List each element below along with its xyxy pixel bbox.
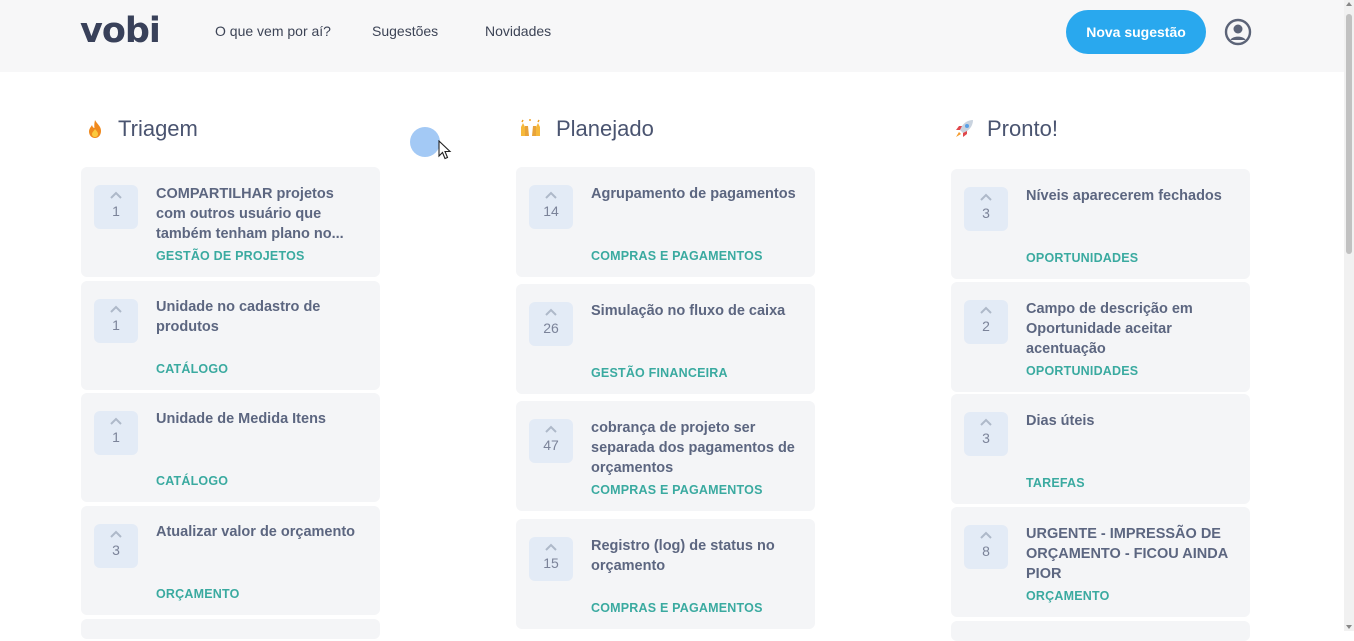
vote-count: 47 (543, 437, 559, 453)
card-title[interactable]: cobrança de projeto ser separada dos pag… (591, 418, 796, 478)
vote-count: 1 (112, 429, 120, 445)
category-tag: COMPRAS E PAGAMENTOS (591, 483, 763, 497)
upvote-button[interactable]: 3 (94, 524, 138, 568)
scroll-down-arrow-icon[interactable] (1346, 625, 1352, 629)
upvote-button[interactable]: 1 (94, 299, 138, 343)
scroll-up-arrow-icon[interactable] (1346, 2, 1352, 6)
category-tag: CATÁLOGO (156, 362, 229, 376)
new-suggestion-button[interactable]: Nova sugestão (1066, 10, 1206, 54)
scrollbar-thumb[interactable] (1346, 14, 1352, 254)
fire-icon (89, 120, 101, 138)
suggestion-card[interactable]: 47 cobrança de projeto ser separada dos … (516, 401, 815, 511)
upvote-button[interactable]: 8 (964, 525, 1008, 569)
chevron-up-icon (545, 308, 557, 316)
upvote-button[interactable]: 3 (964, 412, 1008, 456)
rocket-icon (956, 120, 973, 137)
category-tag: OPORTUNIDADES (1026, 364, 1139, 378)
card-title[interactable]: Atualizar valor de orçamento (156, 522, 361, 542)
nav-link-news[interactable]: Novidades (485, 23, 551, 39)
chevron-up-icon (545, 543, 557, 551)
category-tag: COMPRAS E PAGAMENTOS (591, 601, 763, 615)
click-highlight (410, 127, 440, 157)
vote-count: 14 (543, 203, 559, 219)
raised-hands-icon (521, 119, 540, 136)
chevron-up-icon (980, 306, 992, 314)
chevron-up-icon (110, 530, 122, 538)
nav-link-roadmap[interactable]: O que vem por aí? (215, 23, 331, 39)
upvote-button[interactable]: 1 (94, 185, 138, 229)
category-tag: OPORTUNIDADES (1026, 251, 1139, 265)
card-title[interactable]: Unidade de Medida Itens (156, 409, 361, 429)
category-tag: COMPRAS E PAGAMENTOS (591, 249, 763, 263)
suggestion-card[interactable]: 15 Registro (log) de status no orçamento… (516, 519, 815, 629)
chevron-up-icon (545, 191, 557, 199)
vote-count: 1 (112, 203, 120, 219)
category-tag: GESTÃO DE PROJETOS (156, 249, 305, 263)
suggestion-card[interactable]: 1 COMPARTILHAR projetos com outros usuár… (81, 167, 380, 277)
suggestion-card-partial[interactable] (951, 621, 1250, 641)
column-title-triagem: Triagem (84, 116, 198, 142)
vote-count: 15 (543, 555, 559, 571)
chevron-up-icon (110, 305, 122, 313)
chevron-up-icon (980, 418, 992, 426)
suggestion-card-partial[interactable] (81, 619, 380, 639)
upvote-button[interactable]: 3 (964, 187, 1008, 231)
nav-link-suggestions[interactable]: Sugestões (372, 23, 438, 39)
card-title[interactable]: Campo de descrição em Oportunidade aceit… (1026, 299, 1231, 359)
category-tag: TAREFAS (1026, 476, 1085, 490)
user-circle-icon[interactable] (1224, 18, 1252, 46)
upvote-button[interactable]: 47 (529, 419, 573, 463)
vote-count: 1 (112, 317, 120, 333)
vote-count: 26 (543, 320, 559, 336)
card-title[interactable]: Simulação no fluxo de caixa (591, 301, 796, 321)
vote-count: 2 (982, 318, 990, 334)
chevron-up-icon (110, 417, 122, 425)
chevron-up-icon (980, 193, 992, 201)
chevron-up-icon (545, 425, 557, 433)
suggestion-card[interactable]: 2 Campo de descrição em Oportunidade ace… (951, 282, 1250, 392)
upvote-button[interactable]: 2 (964, 300, 1008, 344)
category-tag: CATÁLOGO (156, 474, 229, 488)
vote-count: 3 (982, 430, 990, 446)
category-tag: GESTÃO FINANCEIRA (591, 366, 728, 380)
column-title-text: Planejado (556, 116, 654, 141)
suggestion-card[interactable]: 26 Simulação no fluxo de caixa GESTÃO FI… (516, 284, 815, 394)
column-title-pronto: Pronto! (953, 116, 1058, 142)
upvote-button[interactable]: 1 (94, 411, 138, 455)
suggestion-card[interactable]: 14 Agrupamento de pagamentos COMPRAS E P… (516, 167, 815, 277)
category-tag: ORÇAMENTO (1026, 589, 1110, 603)
card-title[interactable]: Agrupamento de pagamentos (591, 184, 796, 204)
card-title[interactable]: Dias úteis (1026, 411, 1231, 431)
chevron-up-icon (980, 531, 992, 539)
vote-count: 3 (112, 542, 120, 558)
card-title[interactable]: Unidade no cadastro de produtos (156, 297, 361, 337)
suggestion-card[interactable]: 3 Dias úteis TAREFAS (951, 394, 1250, 504)
column-title-planejado: Planejado (518, 116, 654, 142)
suggestion-card[interactable]: 8 URGENTE - IMPRESSÃO DE ORÇAMENTO - FIC… (951, 507, 1250, 617)
card-title[interactable]: Níveis aparecerem fechados (1026, 186, 1231, 206)
mouse-cursor-icon (438, 140, 452, 160)
category-tag: ORÇAMENTO (156, 587, 240, 601)
suggestion-card[interactable]: 1 Unidade de Medida Itens CATÁLOGO (81, 393, 380, 502)
suggestion-card[interactable]: 3 Níveis aparecerem fechados OPORTUNIDAD… (951, 169, 1250, 279)
vote-count: 8 (982, 543, 990, 559)
top-navigation-bar: vobi O que vem por aí? Sugestões Novidad… (0, 0, 1344, 72)
suggestion-card[interactable]: 1 Unidade no cadastro de produtos CATÁLO… (81, 281, 380, 390)
vobi-logo[interactable]: vobi (80, 11, 161, 51)
chevron-up-icon (110, 191, 122, 199)
page-scrollbar[interactable] (1344, 0, 1354, 631)
card-title[interactable]: URGENTE - IMPRESSÃO DE ORÇAMENTO - FICOU… (1026, 524, 1231, 584)
upvote-button[interactable]: 15 (529, 537, 573, 581)
upvote-button[interactable]: 14 (529, 185, 573, 229)
column-title-text: Pronto! (987, 116, 1058, 141)
vote-count: 3 (982, 205, 990, 221)
card-title[interactable]: COMPARTILHAR projetos com outros usuário… (156, 184, 361, 244)
card-title[interactable]: Registro (log) de status no orçamento (591, 536, 796, 576)
column-title-text: Triagem (118, 116, 198, 141)
upvote-button[interactable]: 26 (529, 302, 573, 346)
suggestion-card[interactable]: 3 Atualizar valor de orçamento ORÇAMENTO (81, 506, 380, 615)
